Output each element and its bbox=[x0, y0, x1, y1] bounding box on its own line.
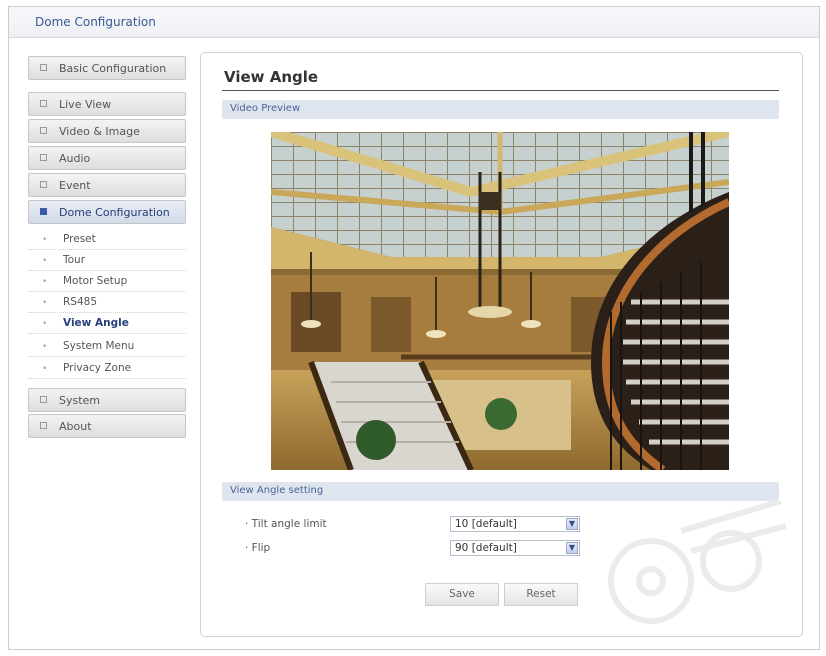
chevron-down-icon: ▼ bbox=[566, 542, 578, 554]
subitem-label: Privacy Zone bbox=[63, 362, 132, 374]
sidebar-item-system[interactable]: System bbox=[28, 388, 186, 412]
sidebar-item-label: Audio bbox=[59, 152, 91, 165]
sidebar-item-label: Video & Image bbox=[59, 125, 140, 138]
expand-icon bbox=[40, 100, 47, 107]
subitem-label: System Menu bbox=[63, 340, 135, 352]
sidebar-item-label: Dome Configuration bbox=[59, 206, 170, 219]
top-bar: Dome Configuration bbox=[9, 7, 819, 38]
subitem-system-menu[interactable]: • System Menu bbox=[28, 336, 186, 357]
content-panel: View Angle Video Preview View Angle sett… bbox=[200, 52, 803, 637]
video-frame-image bbox=[271, 132, 729, 470]
film-reel-watermark-icon bbox=[608, 501, 787, 624]
video-preview[interactable] bbox=[271, 132, 729, 470]
bullet-icon: • bbox=[42, 256, 48, 266]
expand-icon bbox=[40, 127, 47, 134]
subitem-label: View Angle bbox=[63, 317, 129, 329]
bullet-icon: • bbox=[42, 319, 48, 329]
expand-icon bbox=[40, 396, 47, 403]
flip-label: · Flip bbox=[245, 542, 271, 554]
save-button[interactable]: Save bbox=[425, 583, 499, 606]
tilt-angle-limit-select[interactable]: 10 [default] ▼ bbox=[450, 516, 580, 532]
app-title[interactable]: Dome Configuration bbox=[35, 15, 156, 29]
sidebar-item-label: About bbox=[59, 420, 92, 433]
section-label: View Angle setting bbox=[230, 485, 324, 496]
bullet-icon: • bbox=[42, 342, 48, 352]
subitem-view-angle[interactable]: • View Angle bbox=[28, 313, 186, 334]
video-preview-header: Video Preview bbox=[222, 100, 779, 119]
flip-select[interactable]: 90 [default] ▼ bbox=[450, 540, 580, 556]
sidebar-item-dome-configuration[interactable]: Dome Configuration bbox=[28, 200, 186, 224]
page-title: View Angle bbox=[224, 68, 319, 86]
sidebar-item-video-image[interactable]: Video & Image bbox=[28, 119, 186, 143]
sidebar-item-live-view[interactable]: Live View bbox=[28, 92, 186, 116]
expand-icon bbox=[40, 154, 47, 161]
sidebar-item-event[interactable]: Event bbox=[28, 173, 186, 197]
subitem-rs485[interactable]: • RS485 bbox=[28, 292, 186, 313]
sidebar-item-label: Event bbox=[59, 179, 91, 192]
subitem-label: Motor Setup bbox=[63, 275, 128, 287]
expand-icon bbox=[40, 181, 47, 188]
bullet-icon: • bbox=[42, 364, 48, 374]
sidebar-item-audio[interactable]: Audio bbox=[28, 146, 186, 170]
sidebar-item-basic-configuration[interactable]: Basic Configuration bbox=[28, 56, 186, 80]
tilt-angle-limit-label: · Tilt angle limit bbox=[245, 518, 327, 530]
subitem-label: Preset bbox=[63, 233, 96, 245]
sidebar-item-label: System bbox=[59, 394, 101, 407]
subitem-preset[interactable]: • Preset bbox=[28, 229, 186, 250]
bullet-icon: • bbox=[42, 235, 48, 245]
select-value: 90 [default] bbox=[455, 542, 517, 554]
expand-icon bbox=[40, 422, 47, 429]
bullet-icon: • bbox=[42, 277, 48, 287]
sidebar-item-about[interactable]: About bbox=[28, 414, 186, 438]
subitem-privacy-zone[interactable]: • Privacy Zone bbox=[28, 358, 186, 379]
reset-button[interactable]: Reset bbox=[504, 583, 578, 606]
section-label: Video Preview bbox=[230, 103, 301, 114]
subitem-label: RS485 bbox=[63, 296, 98, 308]
bullet-icon: • bbox=[42, 298, 48, 308]
subitem-label: Tour bbox=[63, 254, 86, 266]
title-divider bbox=[222, 90, 779, 91]
sidebar-item-label: Basic Configuration bbox=[59, 62, 167, 75]
expand-icon bbox=[40, 64, 47, 71]
subitem-tour[interactable]: • Tour bbox=[28, 250, 186, 271]
expanded-icon bbox=[40, 208, 47, 215]
select-value: 10 [default] bbox=[455, 518, 517, 530]
sidebar-item-label: Live View bbox=[59, 98, 112, 111]
view-angle-setting-header: View Angle setting bbox=[222, 482, 779, 501]
chevron-down-icon: ▼ bbox=[566, 518, 578, 530]
subitem-motor-setup[interactable]: • Motor Setup bbox=[28, 271, 186, 292]
